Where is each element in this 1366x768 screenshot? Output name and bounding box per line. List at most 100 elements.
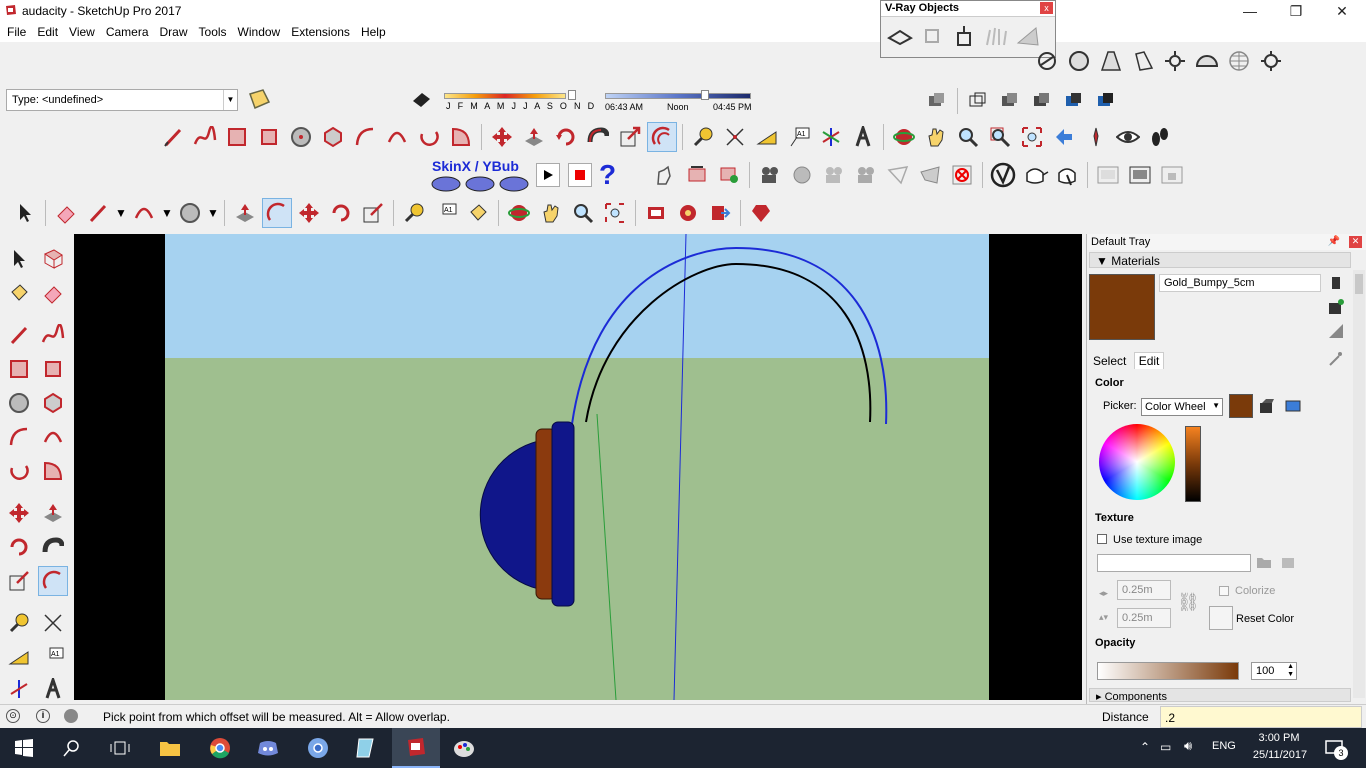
paint-bucket-icon[interactable] [463, 198, 493, 228]
menu-edit[interactable]: Edit [32, 22, 64, 42]
rotate-small-icon[interactable] [326, 198, 356, 228]
render-window-icon[interactable] [1125, 160, 1155, 190]
move-small-icon[interactable] [294, 198, 324, 228]
position-camera-icon[interactable] [1081, 122, 1111, 152]
hidden-line-icon[interactable] [995, 86, 1025, 116]
tray-close-icon[interactable]: ✕ [1349, 236, 1362, 248]
pencil-dropdown-icon[interactable]: ▼ [115, 198, 127, 228]
menu-help[interactable]: Help [356, 22, 392, 42]
zoom-window-icon[interactable] [985, 122, 1015, 152]
vray-close-button[interactable]: x [1040, 2, 1053, 14]
left-offset-icon[interactable] [38, 566, 68, 596]
extension-warehouse-icon[interactable] [673, 198, 703, 228]
circle-tool-icon[interactable] [286, 122, 316, 152]
rotate-tool-icon[interactable] [551, 122, 581, 152]
create-material-icon[interactable] [1325, 296, 1347, 318]
left-protractor-icon[interactable] [4, 642, 34, 672]
shadow-toggle-icon[interactable] [406, 84, 436, 114]
left-select-icon[interactable] [4, 244, 34, 274]
model-viewport[interactable] [74, 234, 1082, 700]
file-explorer-icon[interactable] [146, 728, 194, 768]
use-texture-checkbox[interactable] [1097, 534, 1107, 544]
texture-height-field[interactable]: 0.25m [1117, 608, 1171, 628]
look-around-icon[interactable] [1113, 122, 1143, 152]
display-secondary-icon[interactable] [1325, 272, 1347, 294]
offset-small-icon[interactable] [262, 198, 292, 228]
left-two-point-arc-icon[interactable] [38, 422, 68, 452]
left-arc-icon[interactable] [4, 422, 34, 452]
tab-edit[interactable]: Edit [1133, 352, 1165, 369]
arc-dropdown-tool-icon[interactable] [129, 198, 159, 228]
interactive-render-icon[interactable] [1052, 160, 1082, 190]
vray-plane-icon[interactable] [885, 21, 915, 51]
clock-time[interactable]: 3:00 PM [1256, 732, 1302, 744]
paint-app-icon[interactable] [440, 728, 488, 768]
material-swatch[interactable] [1089, 274, 1155, 340]
light-gen-icon[interactable] [1256, 46, 1286, 76]
measurement-value-field[interactable]: .2 [1160, 706, 1362, 728]
left-polygon-icon[interactable] [38, 388, 68, 418]
left-rotated-rect-icon[interactable] [38, 354, 68, 384]
shaded-textures-icon[interactable] [1059, 86, 1089, 116]
zoom-tool-icon[interactable] [953, 122, 983, 152]
sphere-light-icon[interactable] [1064, 46, 1094, 76]
menu-camera[interactable]: Camera [101, 22, 155, 42]
ybub-shells-icon[interactable] [430, 174, 530, 192]
left-push-pull-icon[interactable] [38, 498, 68, 528]
left-axes-icon[interactable] [4, 674, 34, 704]
left-line-icon[interactable] [4, 320, 34, 350]
vray-export-proxy-icon[interactable] [949, 21, 979, 51]
camera-2-icon[interactable] [787, 160, 817, 190]
color-wheel[interactable] [1099, 424, 1175, 500]
left-text-icon[interactable]: A1 [38, 642, 68, 672]
push-pull-small-icon[interactable] [230, 198, 260, 228]
pencil-tool-icon[interactable] [83, 198, 113, 228]
menu-file[interactable]: File [2, 22, 32, 42]
opacity-value-field[interactable]: 100 ▲ ▼ [1251, 662, 1297, 680]
link-chain-icon[interactable]: ⛓ [1177, 592, 1200, 613]
freehand-tool-icon[interactable] [190, 122, 220, 152]
arc-dropdown-icon[interactable]: ▼ [161, 198, 173, 228]
left-rectangle-icon[interactable] [4, 354, 34, 384]
match-color-screen-icon[interactable] [1281, 392, 1305, 420]
axes-tool-icon[interactable] [816, 122, 846, 152]
tray-chevron-up-icon[interactable]: ⌃ [1140, 740, 1150, 754]
left-freehand-icon[interactable] [38, 320, 68, 350]
pie-tool-icon[interactable] [446, 122, 476, 152]
play-icon[interactable] [536, 163, 560, 187]
three-point-arc-icon[interactable] [414, 122, 444, 152]
dimension-tool-icon[interactable] [720, 122, 750, 152]
push-pull-icon[interactable] [519, 122, 549, 152]
left-paint-bucket-icon[interactable] [4, 278, 34, 308]
material-name-field[interactable]: Gold_Bumpy_5cm [1159, 274, 1321, 292]
left-follow-me-icon[interactable] [38, 532, 68, 562]
protractor-icon[interactable] [752, 122, 782, 152]
type-select[interactable]: Type: <undefined> ▼ [6, 89, 238, 111]
scale-tool-icon[interactable] [615, 122, 645, 152]
picker-select[interactable]: Color Wheel ▼ [1141, 398, 1223, 416]
text-small-icon[interactable]: A1 [431, 198, 461, 228]
volume-icon[interactable]: 🔊︎ [1184, 738, 1192, 754]
rotated-rectangle-icon[interactable] [254, 122, 284, 152]
help-icon[interactable]: ? [594, 160, 624, 190]
select-tool-icon[interactable] [10, 198, 40, 228]
scale-small-icon[interactable] [358, 198, 388, 228]
left-tape-icon[interactable] [4, 608, 34, 638]
stop-icon[interactable] [568, 163, 592, 187]
eraser-tool-icon[interactable] [51, 198, 81, 228]
left-eraser-icon[interactable] [38, 278, 68, 308]
close-button[interactable]: ✕ [1319, 0, 1365, 22]
lock-camera-icon[interactable] [1157, 160, 1187, 190]
orbit-small-icon[interactable] [504, 198, 534, 228]
search-icon[interactable] [48, 728, 96, 768]
3d-text-icon[interactable] [848, 122, 878, 152]
orbit-tool-icon[interactable] [889, 122, 919, 152]
xray-style-icon[interactable] [922, 86, 952, 116]
vray-fur-icon[interactable] [981, 21, 1011, 51]
browse-folder-icon[interactable] [1253, 550, 1275, 574]
ies-light-icon[interactable] [1128, 46, 1158, 76]
brightness-slider[interactable] [1185, 426, 1201, 502]
menu-draw[interactable]: Draw [155, 22, 194, 42]
monochrome-style-icon[interactable] [1091, 86, 1121, 116]
polygon-tool-icon[interactable] [318, 122, 348, 152]
